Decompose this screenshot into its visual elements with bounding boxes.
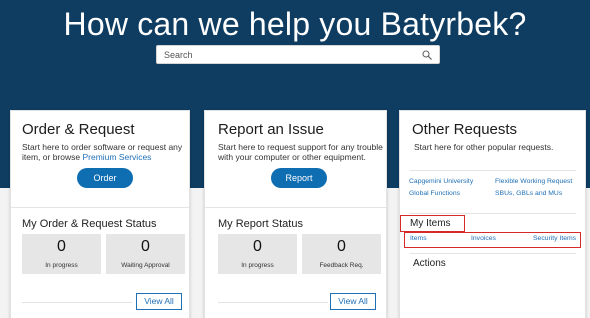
stat-value: 0: [141, 238, 150, 255]
my-items-title: My Items: [410, 218, 451, 229]
stat-waiting-approval[interactable]: 0 Waiting Approval: [106, 234, 185, 274]
card-description: Start here to order software or request …: [22, 142, 192, 162]
card-title: Other Requests: [412, 121, 518, 138]
search-box[interactable]: [156, 45, 440, 64]
card-divider: [410, 213, 576, 214]
sbus-gbls-mus-link[interactable]: SBUs, GBLs and MUs: [495, 190, 562, 197]
stat-value: 0: [337, 238, 346, 255]
footer-divider: [22, 302, 132, 303]
stat-label: Feedback Req.: [319, 262, 364, 269]
view-all-button[interactable]: View All: [330, 293, 376, 310]
capgemini-university-link[interactable]: Capgemini University: [409, 178, 473, 185]
flexible-working-request-link[interactable]: Flexible Working Request: [495, 178, 572, 185]
card-divider: [205, 207, 386, 208]
card-divider: [410, 170, 576, 171]
security-items-link[interactable]: Security Items: [533, 235, 576, 242]
stat-label: In progress: [45, 262, 78, 269]
card-title: Report an Issue: [218, 121, 324, 138]
stat-label: In progress: [241, 262, 274, 269]
stat-value: 0: [57, 238, 66, 255]
search-input[interactable]: [164, 49, 414, 61]
status-title: My Order & Request Status: [22, 218, 157, 230]
invoices-link[interactable]: Invoices: [471, 235, 496, 242]
order-button[interactable]: Order: [77, 168, 133, 188]
global-functions-link[interactable]: Global Functions: [409, 190, 460, 197]
stat-label: Waiting Approval: [121, 262, 170, 269]
hero-title: How can we help you Batyrbek?: [63, 6, 527, 42]
report-issue-card: Report an Issue Start here to request su…: [204, 110, 387, 318]
status-title: My Report Status: [218, 218, 303, 230]
premium-services-link[interactable]: Premium Services: [82, 152, 151, 162]
card-description: Start here to request support for any tr…: [218, 142, 383, 162]
card-description: Start here for other popular requests.: [414, 142, 554, 152]
report-button[interactable]: Report: [271, 168, 327, 188]
card-divider: [410, 253, 576, 254]
other-requests-card: Other Requests Start here for other popu…: [399, 110, 586, 318]
stat-in-progress[interactable]: 0 In progress: [218, 234, 297, 274]
card-divider: [11, 207, 189, 208]
view-all-button[interactable]: View All: [136, 293, 182, 310]
stat-value: 0: [253, 238, 262, 255]
card-title: Order & Request: [22, 121, 135, 138]
stat-feedback-required[interactable]: 0 Feedback Req.: [302, 234, 381, 274]
search-icon[interactable]: [422, 50, 432, 60]
actions-title: Actions: [413, 258, 446, 269]
footer-divider: [218, 302, 328, 303]
stat-in-progress[interactable]: 0 In progress: [22, 234, 101, 274]
order-request-card: Order & Request Start here to order soft…: [10, 110, 190, 318]
items-link[interactable]: Items: [410, 235, 427, 242]
